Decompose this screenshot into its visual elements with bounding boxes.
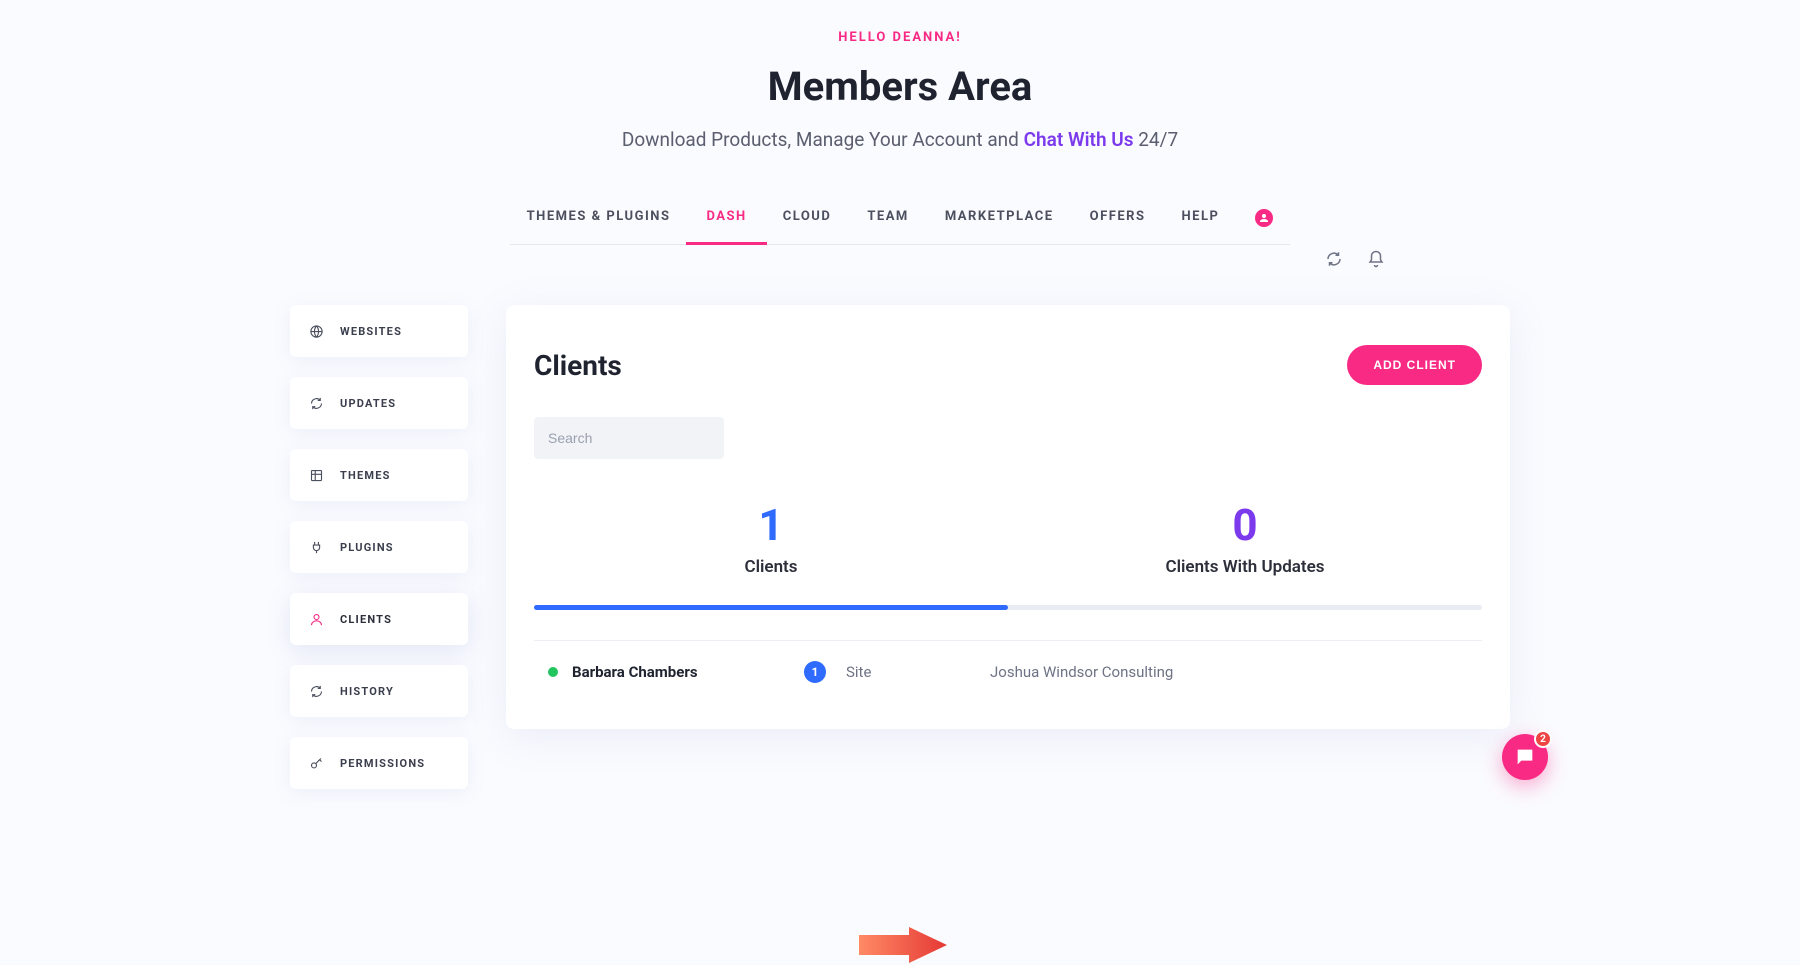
tab-themes-plugins[interactable]: THEMES & PLUGINS xyxy=(527,191,671,244)
refresh-icon[interactable] xyxy=(1325,250,1343,272)
sidebar-item-permissions[interactable]: PERMISSIONS xyxy=(290,737,468,789)
sidebar-item-history[interactable]: HISTORY xyxy=(290,665,468,717)
tab-dash[interactable]: DASH xyxy=(706,191,746,244)
sidebar-item-label: HISTORY xyxy=(340,685,394,698)
stat-value: 0 xyxy=(1008,499,1482,551)
chat-fab[interactable]: 2 xyxy=(1502,734,1548,780)
tab-cloud[interactable]: CLOUD xyxy=(783,191,832,244)
tab-marketplace[interactable]: MARKETPLACE xyxy=(945,191,1054,244)
stat-clients-with-updates[interactable]: 0 Clients With Updates xyxy=(1008,499,1482,577)
add-client-button[interactable]: ADD CLIENT xyxy=(1347,345,1482,385)
key-icon xyxy=(308,755,324,771)
chat-with-us-link[interactable]: Chat With Us xyxy=(1024,128,1134,151)
top-nav: THEMES & PLUGINS DASH CLOUD TEAM MARKETP… xyxy=(510,191,1290,245)
sidebar-item-themes[interactable]: THEMES xyxy=(290,449,468,501)
sidebar-item-websites[interactable]: WEBSITES xyxy=(290,305,468,357)
refresh-icon xyxy=(308,395,324,411)
stat-label: Clients xyxy=(534,557,1008,577)
sidebar-item-clients[interactable]: CLIENTS xyxy=(290,593,468,645)
sidebar-item-label: WEBSITES xyxy=(340,325,402,338)
tab-offers[interactable]: OFFERS xyxy=(1090,191,1146,244)
history-icon xyxy=(308,683,324,699)
stats-underline xyxy=(534,605,1482,610)
stat-label: Clients With Updates xyxy=(1008,557,1482,577)
client-name: Barbara Chambers xyxy=(572,663,772,681)
site-name: Joshua Windsor Consulting xyxy=(990,663,1173,681)
sidebar-item-label: UPDATES xyxy=(340,397,396,410)
client-row[interactable]: Barbara Chambers 1 Site Joshua Windsor C… xyxy=(534,640,1482,701)
status-dot-icon xyxy=(548,667,558,677)
plug-icon xyxy=(308,539,324,555)
sidebar-item-label: PLUGINS xyxy=(340,541,394,554)
greeting: HELLO DEANNA! xyxy=(0,30,1800,45)
stat-value: 1 xyxy=(534,499,1008,551)
stats-row: 1 Clients 0 Clients With Updates xyxy=(534,499,1482,577)
card-title: Clients xyxy=(534,349,622,382)
annotation-arrow-icon xyxy=(859,925,949,965)
sidebar-item-updates[interactable]: UPDATES xyxy=(290,377,468,429)
account-icon[interactable] xyxy=(1255,209,1273,227)
sidebar-item-label: PERMISSIONS xyxy=(340,757,425,770)
utility-icons xyxy=(1325,250,1385,272)
tab-team[interactable]: TEAM xyxy=(867,191,908,244)
sidebar-item-label: THEMES xyxy=(340,469,391,482)
site-count-badge: 1 xyxy=(804,661,826,683)
bell-icon[interactable] xyxy=(1367,250,1385,272)
stats-active-bar xyxy=(534,605,1008,610)
clients-card: Clients ADD CLIENT 1 Clients 0 Clients W… xyxy=(506,305,1510,729)
user-icon xyxy=(308,611,324,627)
sidebar-item-label: CLIENTS xyxy=(340,613,392,626)
page-title: Members Area xyxy=(0,63,1800,110)
sidebar: WEBSITES UPDATES THEMES PLUGINS CLIENTS … xyxy=(290,305,468,789)
subtitle-text-before: Download Products, Manage Your Account a… xyxy=(622,128,1024,151)
page-subtitle: Download Products, Manage Your Account a… xyxy=(0,128,1800,151)
tab-help[interactable]: HELP xyxy=(1182,191,1220,244)
stat-clients[interactable]: 1 Clients xyxy=(534,499,1008,577)
grid-icon xyxy=(308,467,324,483)
chat-badge: 2 xyxy=(1534,730,1552,748)
sidebar-item-plugins[interactable]: PLUGINS xyxy=(290,521,468,573)
globe-icon xyxy=(308,323,324,339)
subtitle-text-after: 24/7 xyxy=(1134,128,1179,151)
search-input[interactable] xyxy=(534,417,724,459)
site-label: Site xyxy=(846,663,946,681)
